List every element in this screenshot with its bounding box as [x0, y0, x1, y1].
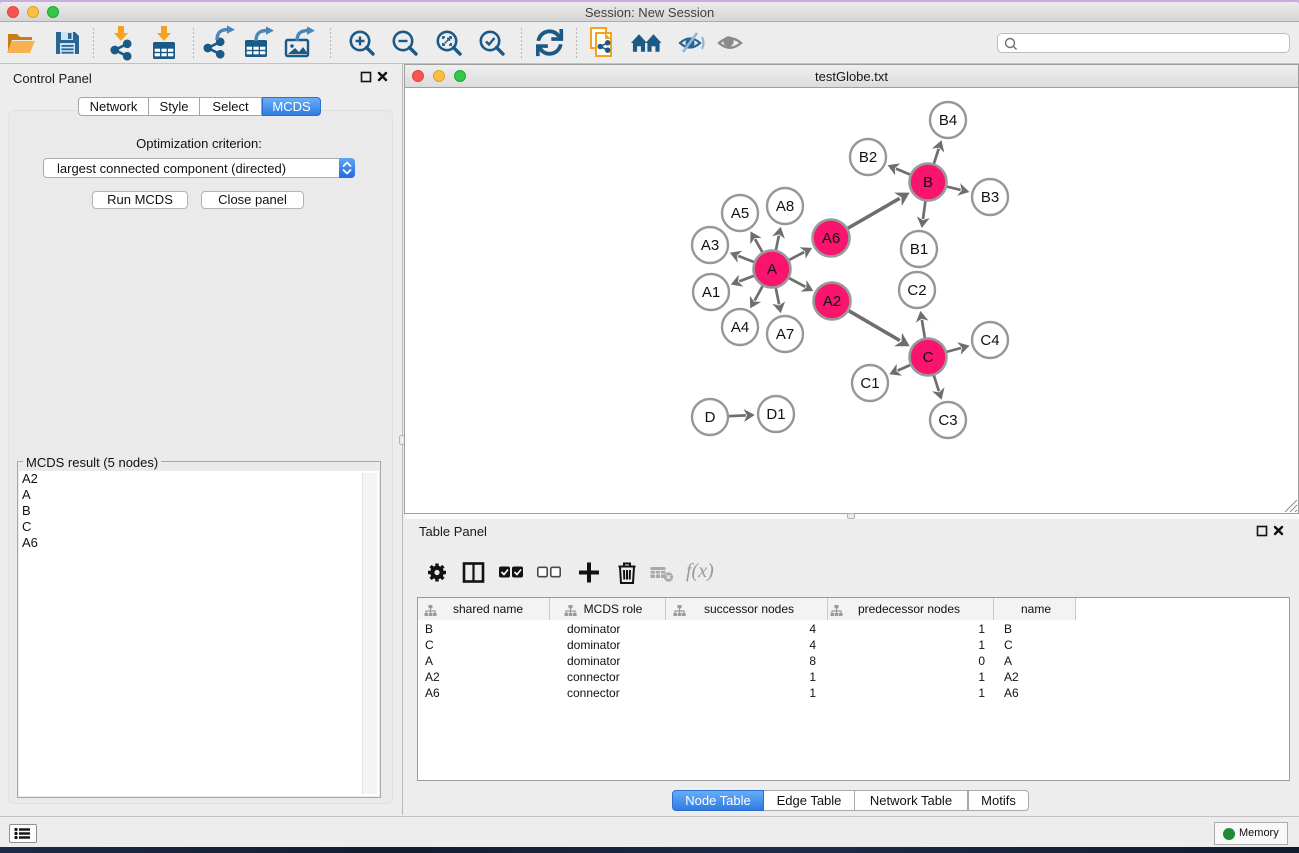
svg-text:A: A — [767, 261, 777, 278]
svg-text:A7: A7 — [776, 326, 794, 343]
svg-text:C4: C4 — [980, 332, 999, 349]
svg-text:A3: A3 — [701, 237, 719, 254]
svg-text:A5: A5 — [731, 205, 749, 222]
svg-text:C3: C3 — [938, 412, 957, 429]
svg-text:B2: B2 — [859, 149, 877, 166]
svg-text:D: D — [705, 409, 716, 426]
svg-text:D1: D1 — [766, 406, 785, 423]
svg-text:B: B — [923, 174, 933, 191]
svg-text:B4: B4 — [939, 112, 957, 129]
svg-text:A8: A8 — [776, 198, 794, 215]
svg-text:C: C — [923, 349, 934, 366]
svg-text:A1: A1 — [702, 284, 720, 301]
svg-text:C2: C2 — [907, 282, 926, 299]
svg-text:A2: A2 — [823, 293, 841, 310]
svg-text:B1: B1 — [910, 241, 928, 258]
svg-text:B3: B3 — [981, 189, 999, 206]
svg-text:A4: A4 — [731, 319, 749, 336]
svg-text:A6: A6 — [822, 230, 840, 247]
svg-text:C1: C1 — [860, 375, 879, 392]
